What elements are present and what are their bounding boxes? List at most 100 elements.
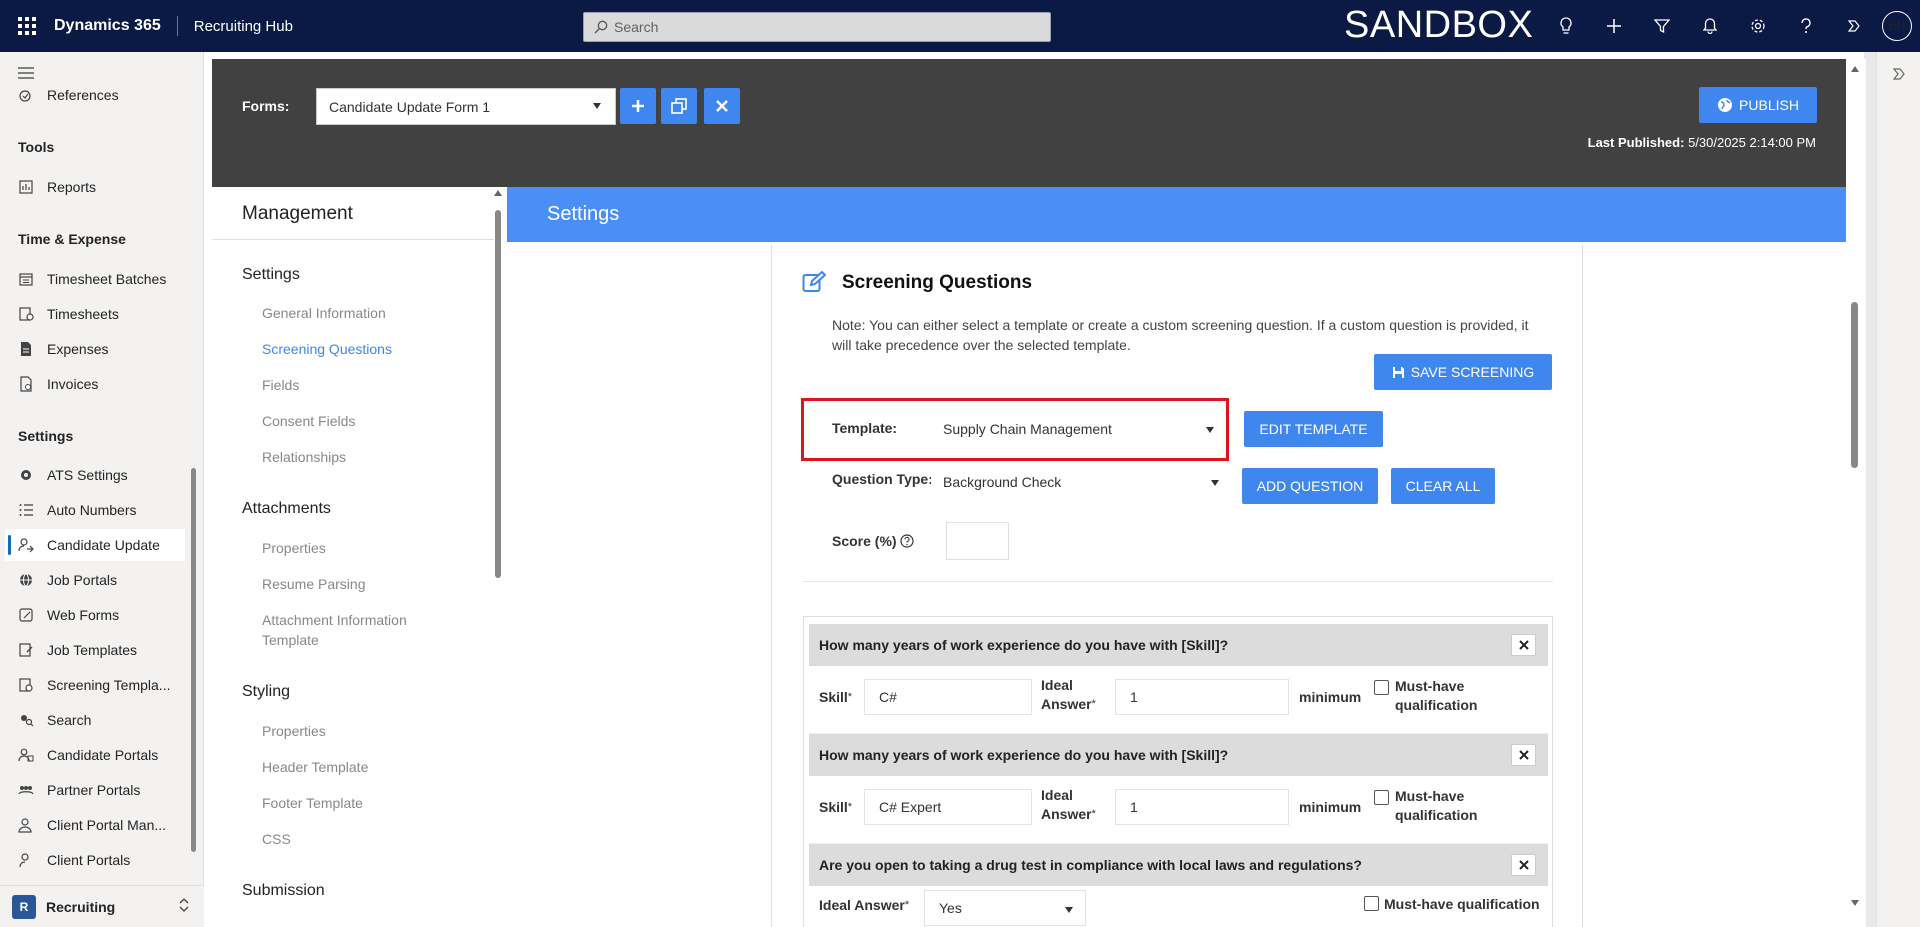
sidebar-item-timesheet-batches[interactable]: Timesheet Batches [5,263,185,295]
publish-button[interactable]: PUBLISH [1699,87,1817,123]
plus-icon[interactable] [1590,0,1638,52]
remove-question-button[interactable] [1511,634,1536,656]
nav-scrollbar[interactable] [191,468,196,852]
publish-label: PUBLISH [1739,97,1799,113]
sidebar-item-reports[interactable]: Reports [5,171,185,203]
copy-form-button[interactable] [661,88,697,124]
management-link-fields[interactable]: Fields [262,375,299,395]
management-scrollbar[interactable] [495,210,501,578]
sidebar-item-client-portal-manager[interactable]: Client Portal Man... [5,809,185,841]
skill-input[interactable]: C# [864,679,1032,715]
avatar[interactable]: BH [1882,11,1912,41]
sidebar-item-job-portals[interactable]: Job Portals [5,564,185,596]
question-item: How many years of work experience do you… [809,624,1548,734]
question-list: How many years of work experience do you… [803,616,1553,927]
management-link-relationships[interactable]: Relationships [262,447,346,467]
bell-icon[interactable] [1686,0,1734,52]
add-question-button[interactable]: ADD QUESTION [1242,468,1378,504]
app-name[interactable]: Recruiting Hub [178,18,293,35]
top-icon-group: BH [1542,0,1920,52]
skill-label-text: Skill [819,689,848,705]
remove-question-button[interactable] [1511,744,1536,766]
edit-icon [802,270,827,296]
sidebar-item-candidate-portals[interactable]: Candidate Portals [5,739,185,771]
scroll-up-arrow[interactable] [494,190,502,196]
add-form-button[interactable] [620,88,656,124]
question-text: How many years of work experience do you… [819,747,1229,763]
search-input[interactable]: Search [583,12,1051,42]
area-label: Recruiting [46,898,116,915]
sidebar-item-job-templates[interactable]: Job Templates [5,634,185,666]
sidebar-item-ats-settings[interactable]: ATS Settings [5,459,185,491]
management-link-consent-fields[interactable]: Consent Fields [262,411,355,431]
management-link-attachment-information-template[interactable]: Attachment Information Template [262,610,432,650]
sidebar-item-screening-templates[interactable]: Screening Templa... [5,669,185,701]
main-scrollbar[interactable] [1851,302,1858,468]
forms-dropdown[interactable]: Candidate Update Form 1 [316,88,616,125]
brand-title[interactable]: Dynamics 365 [54,16,178,36]
sidebar-item-candidate-update[interactable]: Candidate Update [5,529,185,561]
caret-down-icon [593,103,601,109]
question-type-dropdown[interactable]: Background Check [931,464,1229,500]
help-circle-icon[interactable] [900,534,915,551]
skill-input[interactable]: C# Expert [864,789,1032,825]
management-link-screening-questions[interactable]: Screening Questions [262,339,392,359]
filter-icon[interactable] [1638,0,1686,52]
add-question-label: ADD QUESTION [1256,478,1364,494]
score-input[interactable] [946,522,1009,560]
person-icon [17,851,35,869]
sidebar-item-expenses[interactable]: Expenses [5,333,185,365]
sidebar-item-invoices[interactable]: Invoices [5,368,185,400]
plus-icon [632,100,644,112]
management-link-styling-properties[interactable]: Properties [262,721,326,741]
question-text: How many years of work experience do you… [819,637,1229,653]
help-icon[interactable] [1782,0,1830,52]
app-launcher-button[interactable] [0,0,54,52]
management-link-resume-parsing[interactable]: Resume Parsing [262,574,366,594]
must-have-checkbox[interactable] [1364,896,1379,911]
gear-icon[interactable] [1734,0,1782,52]
sidebar-item-label: References [47,87,119,103]
sidebar-item-label: Timesheet Batches [47,271,167,287]
remove-question-button[interactable] [1511,854,1536,876]
template-selected-value: Supply Chain Management [943,421,1112,437]
copilot-icon[interactable] [1830,0,1878,52]
save-screening-button[interactable]: SAVE SCREENING [1374,354,1552,390]
template-dropdown[interactable]: Supply Chain Management [931,411,1224,447]
close-icon [716,100,728,112]
numbered-list-icon [17,501,35,519]
globe-icon [1718,98,1733,112]
edit-template-button[interactable]: EDIT TEMPLATE [1244,411,1383,447]
lightbulb-icon[interactable] [1542,0,1590,52]
management-group-styling: Styling [242,683,291,700]
management-link-css[interactable]: CSS [262,829,291,849]
management-link-attachment-properties[interactable]: Properties [262,538,326,558]
management-link-header-template[interactable]: Header Template [262,757,368,777]
sidebar-item-auto-numbers[interactable]: Auto Numbers [5,494,185,526]
references-icon [17,86,35,104]
scroll-down-arrow[interactable] [1851,900,1859,906]
sidebar-item-partner-portals[interactable]: Partner Portals [5,774,185,806]
management-link-general-information[interactable]: General Information [262,303,386,323]
sidebar-item-client-portals[interactable]: Client Portals [5,844,185,876]
must-have-checkbox[interactable] [1374,790,1389,805]
search-placeholder: Search [614,19,659,35]
area-badge: R [12,894,36,919]
ideal-answer-dropdown[interactable]: Yes [924,890,1086,926]
sidebar-item-timesheets[interactable]: Timesheets [5,298,185,330]
management-link-footer-template[interactable]: Footer Template [262,793,363,813]
ideal-answer-input[interactable]: 1 [1115,789,1289,825]
template-label: Template: [832,420,898,436]
area-switcher[interactable]: R Recruiting [0,885,204,927]
clear-all-button[interactable]: CLEAR ALL [1391,468,1495,504]
sidebar-item-search[interactable]: Search [5,704,185,736]
sidebar-item-web-forms[interactable]: Web Forms [5,599,185,631]
question-item: How many years of work experience do you… [809,734,1548,844]
ideal-answer-input[interactable]: 1 [1115,679,1289,715]
copilot-pane-icon[interactable] [1891,66,1907,85]
delete-form-button[interactable] [704,88,740,124]
must-have-checkbox[interactable] [1374,680,1389,695]
scroll-up-arrow[interactable] [1851,66,1859,72]
must-have-label: Must-have qualification [1395,677,1477,715]
sidebar-item-references[interactable]: References [5,79,185,111]
